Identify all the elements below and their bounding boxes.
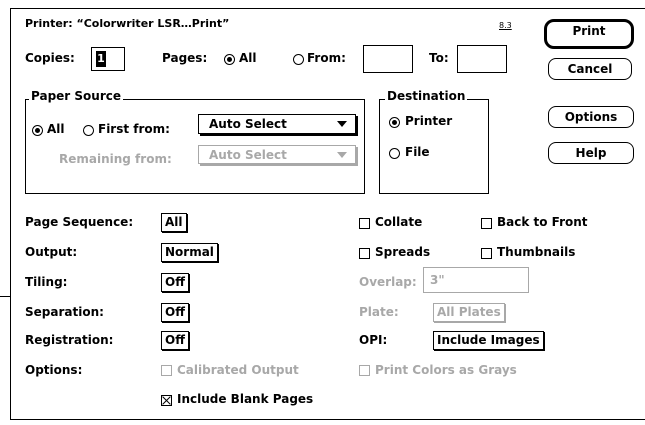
separation-label: Separation: (25, 305, 104, 319)
first-from-popup[interactable]: Auto Select (198, 114, 356, 134)
pages-from-field[interactable] (363, 45, 413, 73)
dest-printer-label[interactable]: Printer (405, 114, 452, 128)
collate-label[interactable]: Collate (375, 215, 422, 229)
pages-to-field[interactable] (457, 45, 507, 73)
pages-from-radio[interactable] (293, 54, 304, 65)
spreads-checkbox[interactable] (359, 248, 370, 259)
overlap-label: Overlap: (359, 275, 417, 289)
paper-source-title: Paper Source (29, 89, 123, 103)
options-label: Options: (25, 363, 83, 377)
thumbnails-checkbox[interactable] (481, 248, 492, 259)
plate-label: Plate: (359, 305, 399, 319)
calibrated-output-label: Calibrated Output (177, 363, 299, 377)
tiling-label: Tiling: (25, 275, 68, 289)
tiling-popup[interactable]: Off (161, 273, 189, 292)
include-blank-pages-label[interactable]: Include Blank Pages (177, 392, 313, 406)
chevron-down-icon (337, 152, 347, 158)
opi-popup[interactable]: Include Images (433, 331, 544, 350)
overlap-value: 3" (430, 273, 445, 287)
output-label: Output: (25, 245, 78, 259)
print-colors-as-grays-checkbox (359, 365, 370, 376)
back-to-front-checkbox[interactable] (481, 218, 492, 229)
page-sequence-popup[interactable]: All (161, 213, 187, 232)
dest-file-radio[interactable] (389, 148, 400, 159)
dest-printer-radio[interactable] (389, 117, 400, 128)
calibrated-output-checkbox (161, 365, 172, 376)
paper-first-radio[interactable] (83, 125, 94, 136)
chevron-down-icon (337, 121, 347, 127)
plate-popup: All Plates (433, 303, 505, 322)
copies-field[interactable]: 1 (91, 47, 125, 71)
help-button[interactable]: Help (548, 142, 634, 164)
cancel-button[interactable]: Cancel (548, 58, 632, 80)
print-button[interactable]: Print (544, 19, 634, 49)
pages-label: Pages: (162, 51, 208, 65)
registration-label: Registration: (25, 333, 114, 347)
page-sequence-label: Page Sequence: (25, 215, 134, 229)
pages-all-label[interactable]: All (239, 51, 257, 65)
paper-all-radio[interactable] (32, 125, 43, 136)
spreads-label[interactable]: Spreads (375, 245, 430, 259)
remaining-from-label: Remaining from: (59, 152, 172, 166)
registration-popup[interactable]: Off (161, 331, 189, 350)
pages-all-radio[interactable] (224, 54, 235, 65)
thumbnails-label[interactable]: Thumbnails (497, 245, 575, 259)
copies-label: Copies: (25, 51, 75, 65)
print-dialog: Printer: “Colorwriter LSR…Print” 8.3 Pri… (10, 8, 645, 420)
back-to-front-label[interactable]: Back to Front (497, 215, 588, 229)
copies-value: 1 (96, 51, 106, 67)
opi-label: OPI: (359, 333, 388, 347)
paper-all-label[interactable]: All (47, 122, 65, 136)
paper-first-label[interactable]: First from: (98, 122, 170, 136)
destination-title: Destination (385, 89, 468, 103)
separation-popup[interactable]: Off (161, 303, 189, 322)
plate-value: All Plates (437, 305, 501, 319)
options-button[interactable]: Options (548, 106, 634, 128)
version-label: 8.3 (499, 21, 512, 30)
collate-checkbox[interactable] (359, 218, 370, 229)
output-popup[interactable]: Normal (161, 243, 218, 262)
dest-file-label[interactable]: File (405, 145, 430, 159)
remaining-from-value: Auto Select (209, 148, 287, 162)
remaining-from-popup: Auto Select (198, 145, 356, 164)
first-from-value: Auto Select (209, 117, 287, 131)
overlap-field: 3" (423, 267, 529, 293)
print-colors-as-grays-label: Print Colors as Grays (375, 363, 517, 377)
pages-to-label: To: (429, 51, 449, 65)
dialog-title: Printer: “Colorwriter LSR…Print” (25, 17, 230, 30)
pages-from-label[interactable]: From: (307, 51, 346, 65)
include-blank-pages-checkbox[interactable] (161, 395, 172, 406)
